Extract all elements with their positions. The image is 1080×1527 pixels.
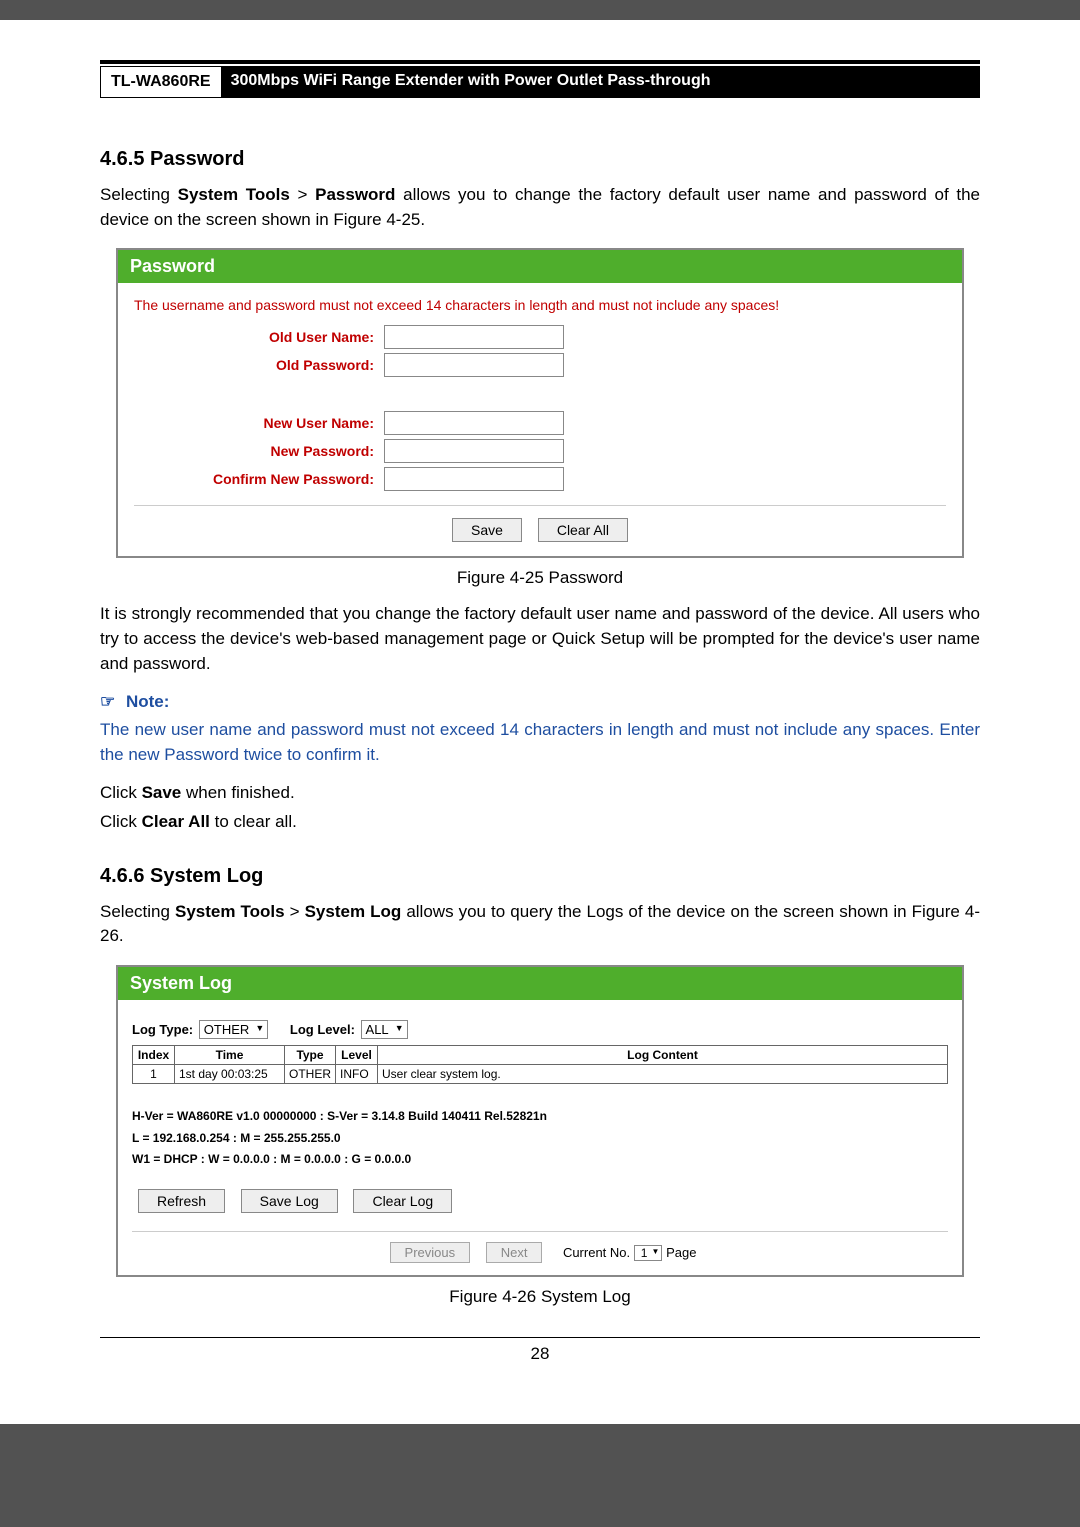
- model-desc: 300Mbps WiFi Range Extender with Power O…: [221, 66, 980, 98]
- next-button[interactable]: Next: [486, 1242, 543, 1263]
- col-level: Level: [336, 1046, 378, 1065]
- page-label: Page: [666, 1245, 696, 1260]
- new-password-input[interactable]: [384, 439, 564, 463]
- page-select[interactable]: 1: [634, 1245, 663, 1261]
- figure-caption-1: Figure 4-25 Password: [100, 568, 980, 588]
- paragraph-clearall: Click Clear All to clear all.: [100, 810, 980, 835]
- intro-paragraph-2: Selecting System Tools > System Log allo…: [100, 900, 980, 949]
- syslog-panel-title: System Log: [118, 967, 962, 1000]
- model-label: TL-WA860RE: [100, 66, 221, 98]
- col-content: Log Content: [378, 1046, 948, 1065]
- doc-header: TL-WA860RE 300Mbps WiFi Range Extender w…: [100, 66, 980, 98]
- new-password-label: New Password:: [134, 443, 384, 459]
- section-heading-password: 4.6.5 Password: [100, 148, 980, 171]
- syslog-meta: H-Ver = WA860RE v1.0 00000000 : S-Ver = …: [132, 1106, 948, 1171]
- log-table: Index Time Type Level Log Content 1 1st …: [132, 1045, 948, 1084]
- paragraph-save: Click Save when finished.: [100, 781, 980, 806]
- old-username-label: Old User Name:: [134, 329, 384, 345]
- save-log-button[interactable]: Save Log: [241, 1189, 338, 1213]
- log-level-select[interactable]: ALL: [361, 1020, 408, 1039]
- new-username-input[interactable]: [384, 411, 564, 435]
- pointing-hand-icon: ☞: [100, 692, 115, 712]
- clear-all-button[interactable]: Clear All: [538, 518, 628, 542]
- section-heading-syslog: 4.6.6 System Log: [100, 865, 980, 888]
- table-row: 1 1st day 00:03:25 OTHER INFO User clear…: [133, 1065, 948, 1084]
- save-button[interactable]: Save: [452, 518, 522, 542]
- col-time: Time: [175, 1046, 285, 1065]
- page-number: 28: [100, 1337, 980, 1364]
- col-index: Index: [133, 1046, 175, 1065]
- confirm-password-label: Confirm New Password:: [134, 471, 384, 487]
- previous-button[interactable]: Previous: [390, 1242, 471, 1263]
- old-username-input[interactable]: [384, 325, 564, 349]
- current-no-label: Current No.: [563, 1245, 630, 1260]
- new-username-label: New User Name:: [134, 415, 384, 431]
- note-label: Note:: [126, 692, 169, 711]
- password-panel: Password The username and password must …: [116, 248, 964, 558]
- syslog-panel: System Log Log Type: OTHER Log Level: AL…: [116, 965, 964, 1277]
- clear-log-button[interactable]: Clear Log: [353, 1189, 452, 1213]
- log-type-select[interactable]: OTHER: [199, 1020, 269, 1039]
- col-type: Type: [285, 1046, 336, 1065]
- figure-caption-2: Figure 4-26 System Log: [100, 1287, 980, 1307]
- paragraph-recommend: It is strongly recommended that you chan…: [100, 602, 980, 676]
- password-warning: The username and password must not excee…: [134, 297, 946, 313]
- intro-paragraph-1: Selecting System Tools > Password allows…: [100, 183, 980, 232]
- note-text: The new user name and password must not …: [100, 718, 980, 767]
- old-password-input[interactable]: [384, 353, 564, 377]
- refresh-button[interactable]: Refresh: [138, 1189, 225, 1213]
- log-type-label: Log Type:: [132, 1022, 193, 1037]
- password-panel-title: Password: [118, 250, 962, 283]
- log-level-label: Log Level:: [290, 1022, 355, 1037]
- note-header: ☞ Note:: [100, 692, 980, 712]
- confirm-password-input[interactable]: [384, 467, 564, 491]
- old-password-label: Old Password:: [134, 357, 384, 373]
